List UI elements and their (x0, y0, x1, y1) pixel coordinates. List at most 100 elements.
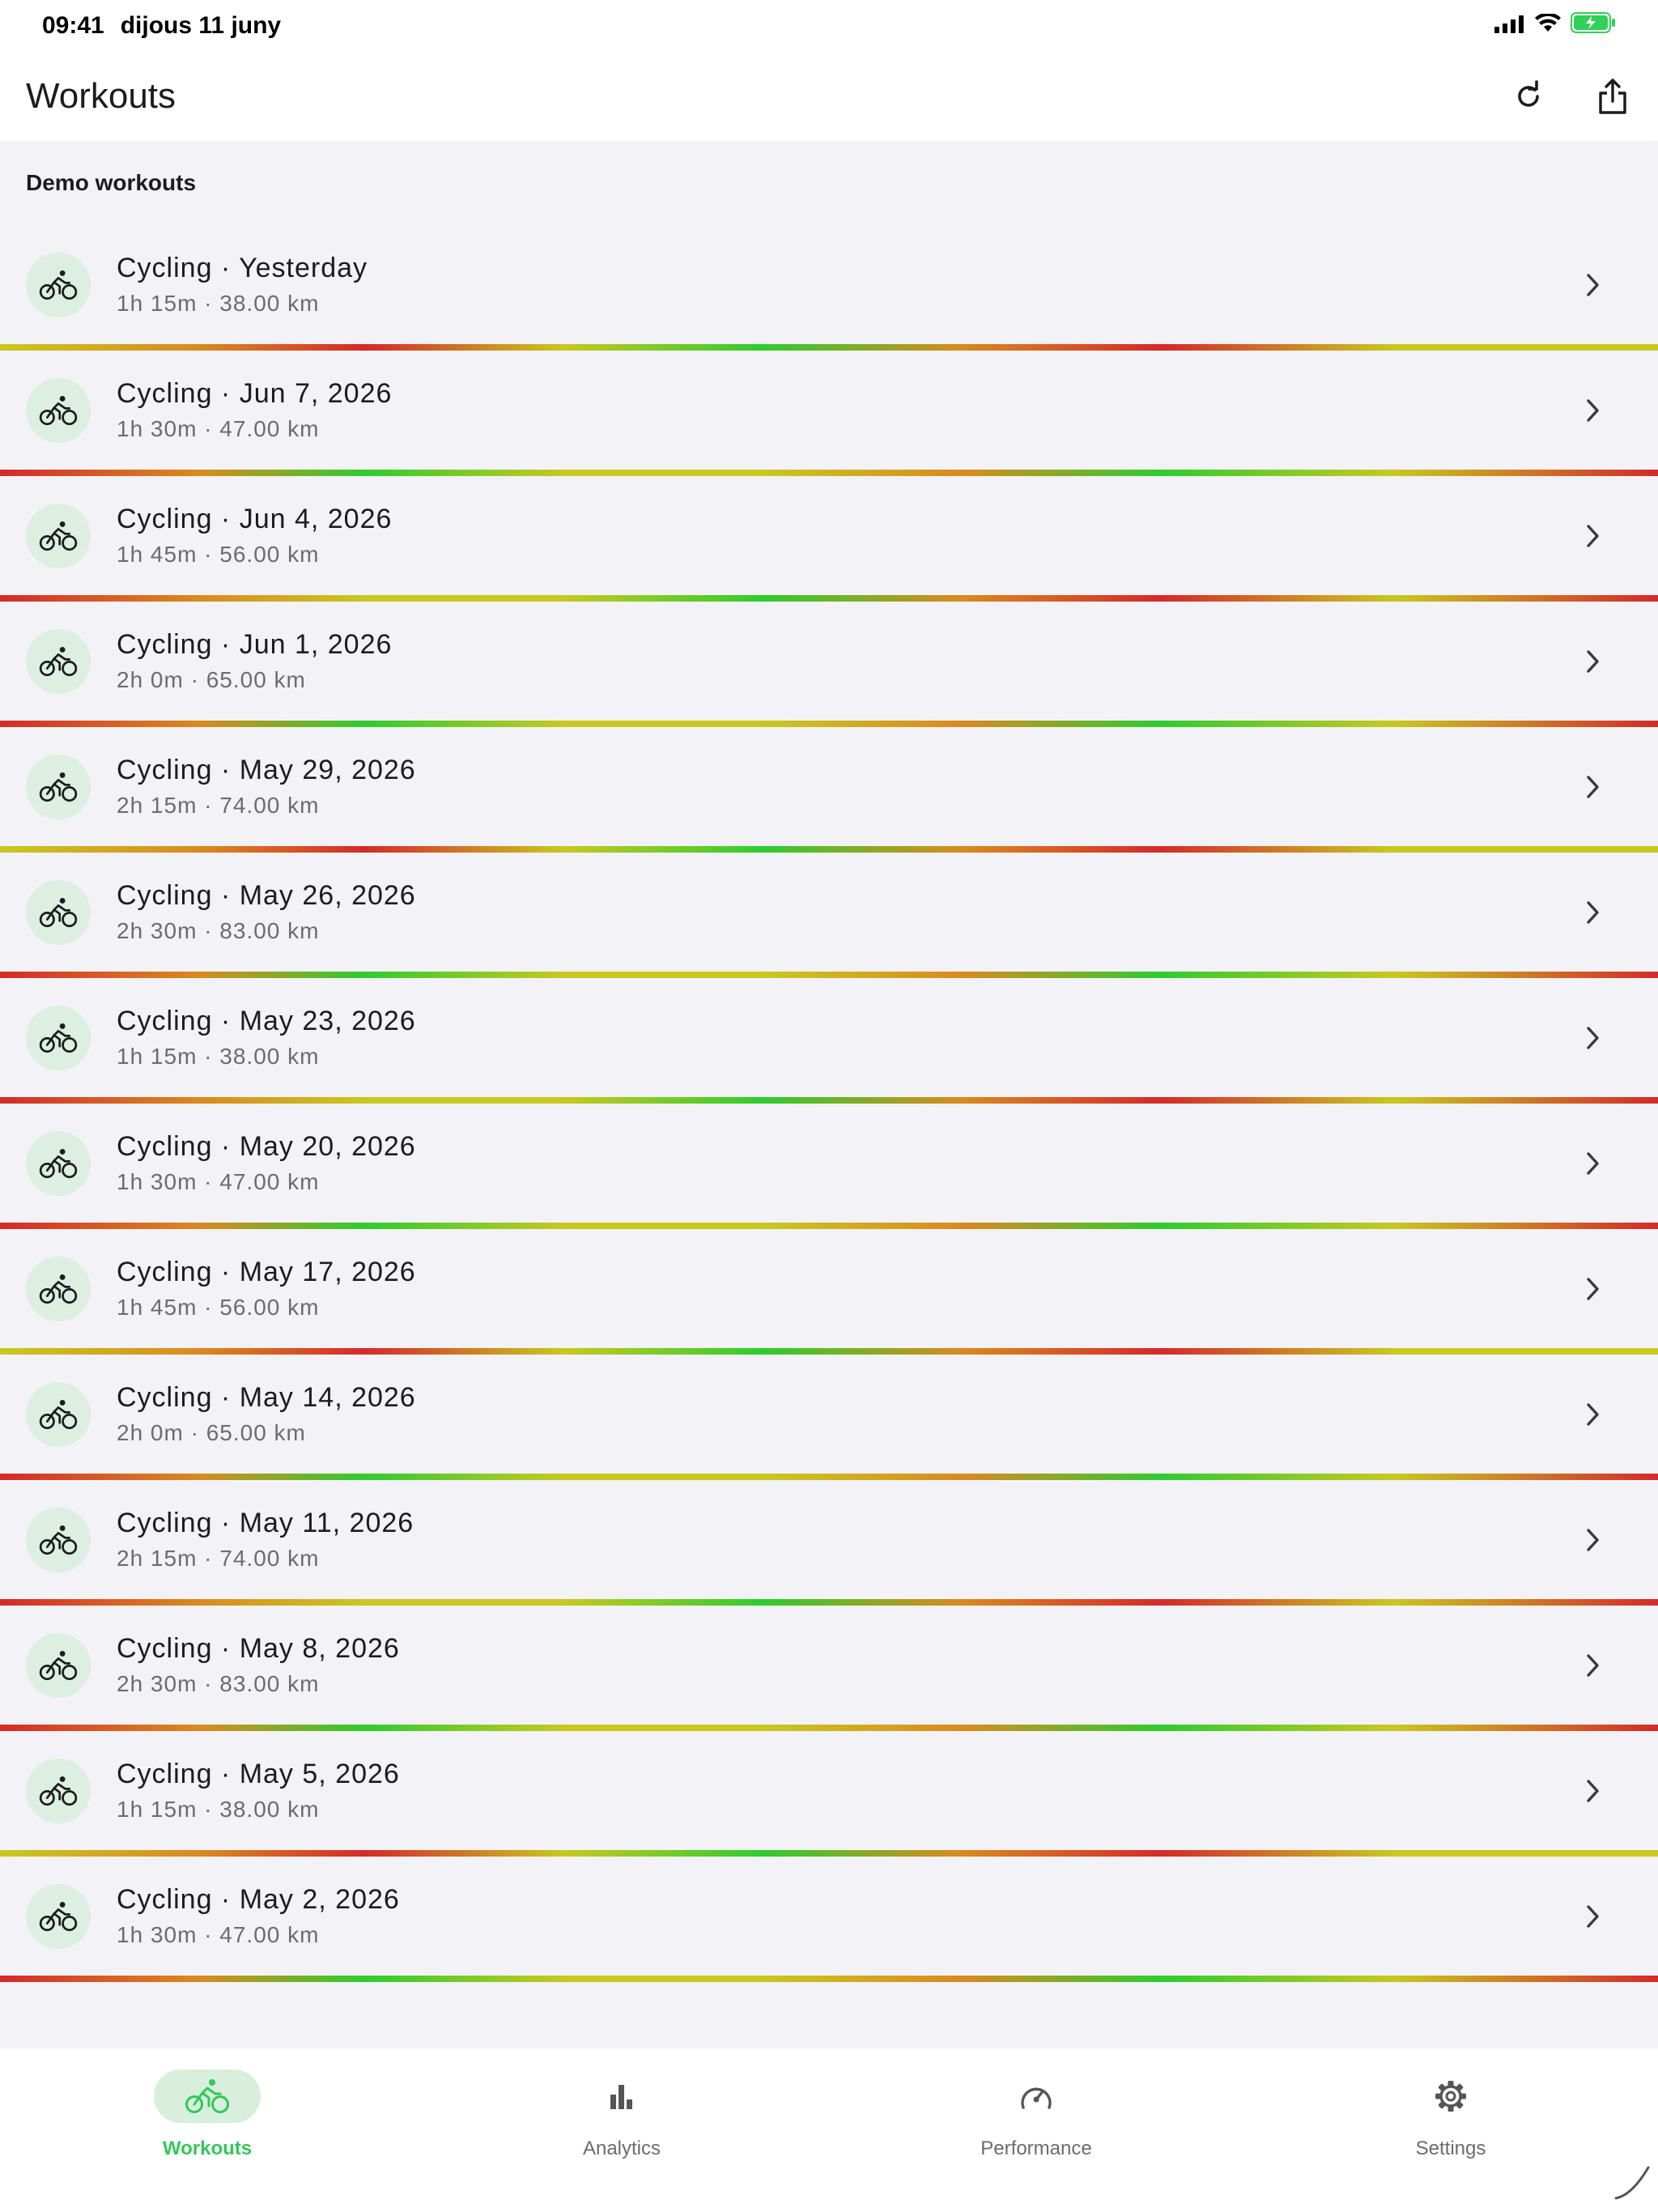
workout-summary: 2h 30m · 83.00 km (117, 917, 320, 943)
nav-performance[interactable]: Performance (915, 2069, 1158, 2160)
bar-chart-icon (610, 2085, 632, 2109)
nav-settings[interactable]: Settings (1329, 2069, 1572, 2160)
intensity-strip (0, 1850, 1658, 1857)
chevron-right-icon (1577, 645, 1609, 678)
workout-summary: 1h 30m · 47.00 km (117, 1921, 320, 1947)
gear-icon (1435, 2081, 1466, 2112)
bike-icon (26, 754, 91, 819)
workout-row[interactable]: Cycling · Jun 1, 2026 2h 0m · 65.00 km (0, 602, 1658, 727)
chevron-right-icon (1577, 520, 1609, 552)
bike-icon (26, 1005, 91, 1070)
workout-title: Cycling · May 2, 2026 (117, 1883, 400, 1915)
intensity-strip (0, 1097, 1658, 1104)
workout-row[interactable]: Cycling · May 29, 2026 2h 15m · 74.00 km (0, 727, 1658, 853)
chevron-right-icon (1577, 1524, 1609, 1556)
workout-title: Cycling · May 26, 2026 (117, 879, 416, 911)
workout-summary: 1h 30m · 47.00 km (117, 1168, 320, 1194)
intensity-strip (0, 344, 1658, 351)
bike-icon (26, 1507, 91, 1572)
workout-summary: 1h 30m · 47.00 km (117, 415, 320, 441)
bike-icon (26, 879, 91, 945)
nav-label-workouts: Workouts (162, 2138, 253, 2159)
workout-row[interactable]: Cycling · May 26, 2026 2h 30m · 83.00 km (0, 853, 1658, 978)
workout-summary: 2h 0m · 65.00 km (117, 666, 306, 692)
workout-title: Cycling · Yesterday (117, 252, 368, 283)
chevron-right-icon (1577, 1273, 1609, 1305)
app-bar: Workouts (0, 52, 1658, 141)
workout-row[interactable]: Cycling · Jun 7, 2026 1h 30m · 47.00 km (0, 351, 1658, 476)
workout-title: Cycling · May 5, 2026 (117, 1758, 400, 1789)
workout-title: Cycling · May 29, 2026 (117, 754, 416, 785)
intensity-strip (0, 1223, 1658, 1229)
bike-icon (185, 2079, 229, 2113)
intensity-strip (0, 721, 1658, 727)
bike-icon (26, 377, 91, 443)
workout-row[interactable]: Cycling · May 11, 2026 2h 15m · 74.00 km (0, 1480, 1658, 1606)
chevron-right-icon (1577, 771, 1609, 803)
speedometer-icon (1021, 2087, 1052, 2109)
share-button[interactable] (1593, 77, 1632, 116)
workout-row[interactable]: Cycling · May 5, 2026 1h 15m · 38.00 km (0, 1731, 1658, 1857)
chevron-right-icon (1577, 896, 1609, 929)
workout-summary: 1h 45m · 56.00 km (117, 541, 320, 567)
workout-title: Cycling · Jun 4, 2026 (117, 503, 393, 534)
nav-label-analytics: Analytics (582, 2138, 661, 2159)
workout-summary: 2h 15m · 74.00 km (117, 1545, 320, 1571)
intensity-strip (0, 846, 1658, 853)
wifi-icon (1535, 12, 1561, 40)
workout-row[interactable]: Cycling · May 20, 2026 1h 30m · 47.00 km (0, 1104, 1658, 1229)
intensity-strip (0, 470, 1658, 476)
workout-title: Cycling · May 8, 2026 (117, 1632, 400, 1664)
workout-title: Cycling · Jun 1, 2026 (117, 628, 393, 660)
bike-icon (26, 503, 91, 568)
chevron-right-icon (1577, 1147, 1609, 1180)
intensity-strip (0, 972, 1658, 978)
chevron-right-icon (1577, 1649, 1609, 1682)
refresh-button[interactable] (1509, 77, 1548, 116)
chevron-right-icon (1577, 1775, 1609, 1807)
bike-icon (26, 1130, 91, 1196)
chevron-right-icon (1577, 1022, 1609, 1054)
workout-row[interactable]: Cycling · May 14, 2026 2h 0m · 65.00 km (0, 1355, 1658, 1480)
chevron-right-icon (1577, 1398, 1609, 1431)
status-date: dijous 11 juny (120, 12, 282, 39)
bike-icon (26, 1381, 91, 1447)
bike-icon (26, 252, 91, 317)
bike-icon (26, 1883, 91, 1949)
workout-summary: 2h 0m · 65.00 km (117, 1419, 306, 1445)
status-time: 09:41 (42, 12, 104, 39)
workout-summary: 2h 30m · 83.00 km (117, 1670, 320, 1696)
workout-title: Cycling · May 11, 2026 (117, 1507, 414, 1538)
nav-label-performance: Performance (980, 2138, 1092, 2159)
intensity-strip (0, 595, 1658, 602)
resize-handle-icon (1611, 2161, 1653, 2207)
status-bar: 09:41 dijous 11 juny (0, 0, 1658, 52)
intensity-strip (0, 1474, 1658, 1480)
cellular-signal-icon (1494, 12, 1525, 40)
intensity-strip (0, 1976, 1658, 1982)
chevron-right-icon (1577, 269, 1609, 301)
workout-title: Cycling · Jun 7, 2026 (117, 377, 393, 409)
workout-title: Cycling · May 23, 2026 (117, 1005, 416, 1036)
bike-icon (26, 1632, 91, 1698)
share-icon (1599, 79, 1626, 114)
workout-title: Cycling · May 17, 2026 (117, 1256, 416, 1287)
workout-row[interactable]: Cycling · Jun 4, 2026 1h 45m · 56.00 km (0, 476, 1658, 602)
bike-icon (26, 1256, 91, 1321)
bottom-navigation: Workouts Analytics Performance Settings (0, 2048, 1658, 2212)
page-title: Workouts (26, 76, 176, 116)
workout-row[interactable]: Cycling · May 2, 2026 1h 30m · 47.00 km (0, 1857, 1658, 1982)
bike-icon (26, 1758, 91, 1823)
nav-workouts[interactable]: Workouts (86, 2069, 329, 2160)
workout-row[interactable]: Cycling · May 8, 2026 2h 30m · 83.00 km (0, 1606, 1658, 1731)
workout-summary: 1h 15m · 38.00 km (117, 1796, 320, 1822)
nav-analytics[interactable]: Analytics (500, 2069, 743, 2160)
intensity-strip (0, 1599, 1658, 1606)
workout-row[interactable]: Cycling · May 23, 2026 1h 15m · 38.00 km (0, 978, 1658, 1104)
intensity-strip (0, 1348, 1658, 1355)
workout-row[interactable]: Cycling · Yesterday 1h 15m · 38.00 km (0, 225, 1658, 351)
workout-row[interactable]: Cycling · May 17, 2026 1h 45m · 56.00 km (0, 1229, 1658, 1355)
chevron-right-icon (1577, 394, 1609, 427)
section-header: Demo workouts (26, 170, 197, 195)
battery-icon (1571, 12, 1616, 40)
